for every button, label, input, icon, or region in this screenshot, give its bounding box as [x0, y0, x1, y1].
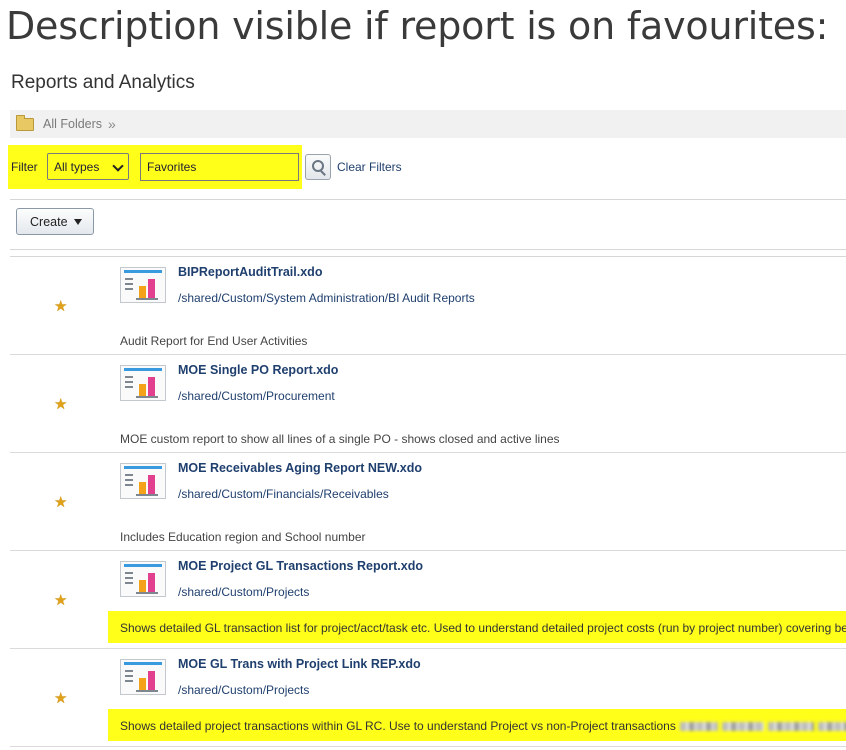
report-description: Shows detailed GL transaction list for p… — [120, 621, 846, 635]
redacted-text — [767, 722, 814, 732]
create-button-label: Create — [30, 214, 68, 229]
divider — [10, 249, 846, 250]
report-item: ★ BIPReportAuditTrail.xdo /shared/Custom… — [10, 257, 846, 355]
report-name-link[interactable]: MOE Single PO Report.xdo — [178, 363, 338, 377]
report-description-row: Shows detailed project transactions with… — [120, 719, 846, 733]
favorite-star-icon[interactable]: ★ — [54, 397, 67, 412]
report-path-link[interactable]: /shared/Custom/Financials/Receivables — [178, 487, 389, 501]
report-description: Shows detailed project transactions with… — [120, 719, 676, 733]
redacted-text — [679, 722, 718, 732]
favorite-star-icon[interactable]: ★ — [54, 691, 67, 706]
report-description: Audit Report for End User Activities — [120, 334, 308, 348]
report-name-link[interactable]: MOE Project GL Transactions Report.xdo — [178, 559, 423, 573]
breadcrumb-all-folders[interactable]: All Folders — [43, 117, 102, 131]
report-description: Includes Education region and School num… — [120, 530, 366, 544]
report-path-link[interactable]: /shared/Custom/Projects — [178, 683, 309, 697]
report-name-link[interactable]: BIPReportAuditTrail.xdo — [178, 265, 322, 279]
breadcrumb-chevron-icon[interactable]: » — [108, 116, 116, 132]
folder-icon — [16, 114, 34, 131]
report-name-link[interactable]: MOE Receivables Aging Report NEW.xdo — [178, 461, 422, 475]
report-item: ★ MOE Receivables Aging Report NEW.xdo /… — [10, 453, 846, 551]
report-path-link[interactable]: /shared/Custom/Procurement — [178, 389, 335, 403]
report-icon[interactable] — [120, 561, 166, 597]
favorite-star-icon[interactable]: ★ — [54, 593, 67, 608]
redacted-text — [817, 722, 846, 732]
report-item: ★ MOE GL Trans with Project Link REP.xdo… — [10, 649, 846, 747]
report-path-link[interactable]: /shared/Custom/Projects — [178, 585, 309, 599]
favorite-star-icon[interactable]: ★ — [54, 299, 67, 314]
report-icon[interactable] — [120, 365, 166, 401]
filter-label: Filter — [11, 160, 38, 174]
report-description: MOE custom report to show all lines of a… — [120, 432, 560, 446]
search-icon-handle — [320, 170, 326, 176]
clear-filters-link[interactable]: Clear Filters — [337, 160, 402, 174]
favorite-star-icon[interactable]: ★ — [54, 495, 67, 510]
search-button[interactable] — [305, 154, 331, 180]
report-icon[interactable] — [120, 463, 166, 499]
filter-text-value: Favorites — [147, 160, 197, 174]
breadcrumb: All Folders » — [10, 110, 846, 138]
report-item: ★ MOE Single PO Report.xdo /shared/Custo… — [10, 355, 846, 453]
redacted-text — [721, 722, 764, 732]
report-icon[interactable] — [120, 659, 166, 695]
create-button[interactable]: Create — [16, 208, 94, 235]
filter-text-input[interactable]: Favorites — [140, 153, 299, 181]
type-filter-value: All types — [54, 159, 100, 174]
report-item: ★ MOE Project GL Transactions Report.xdo… — [10, 551, 846, 649]
report-name-link[interactable]: MOE GL Trans with Project Link REP.xdo — [178, 657, 421, 671]
dropdown-arrow-icon — [74, 219, 82, 225]
divider — [10, 199, 846, 200]
chevron-down-icon — [112, 160, 124, 172]
type-filter-select[interactable]: All types — [47, 153, 129, 180]
report-icon[interactable] — [120, 267, 166, 303]
page-heading: Description visible if report is on favo… — [6, 4, 829, 48]
section-title: Reports and Analytics — [11, 72, 195, 93]
report-path-link[interactable]: /shared/Custom/System Administration/BI … — [178, 291, 475, 305]
